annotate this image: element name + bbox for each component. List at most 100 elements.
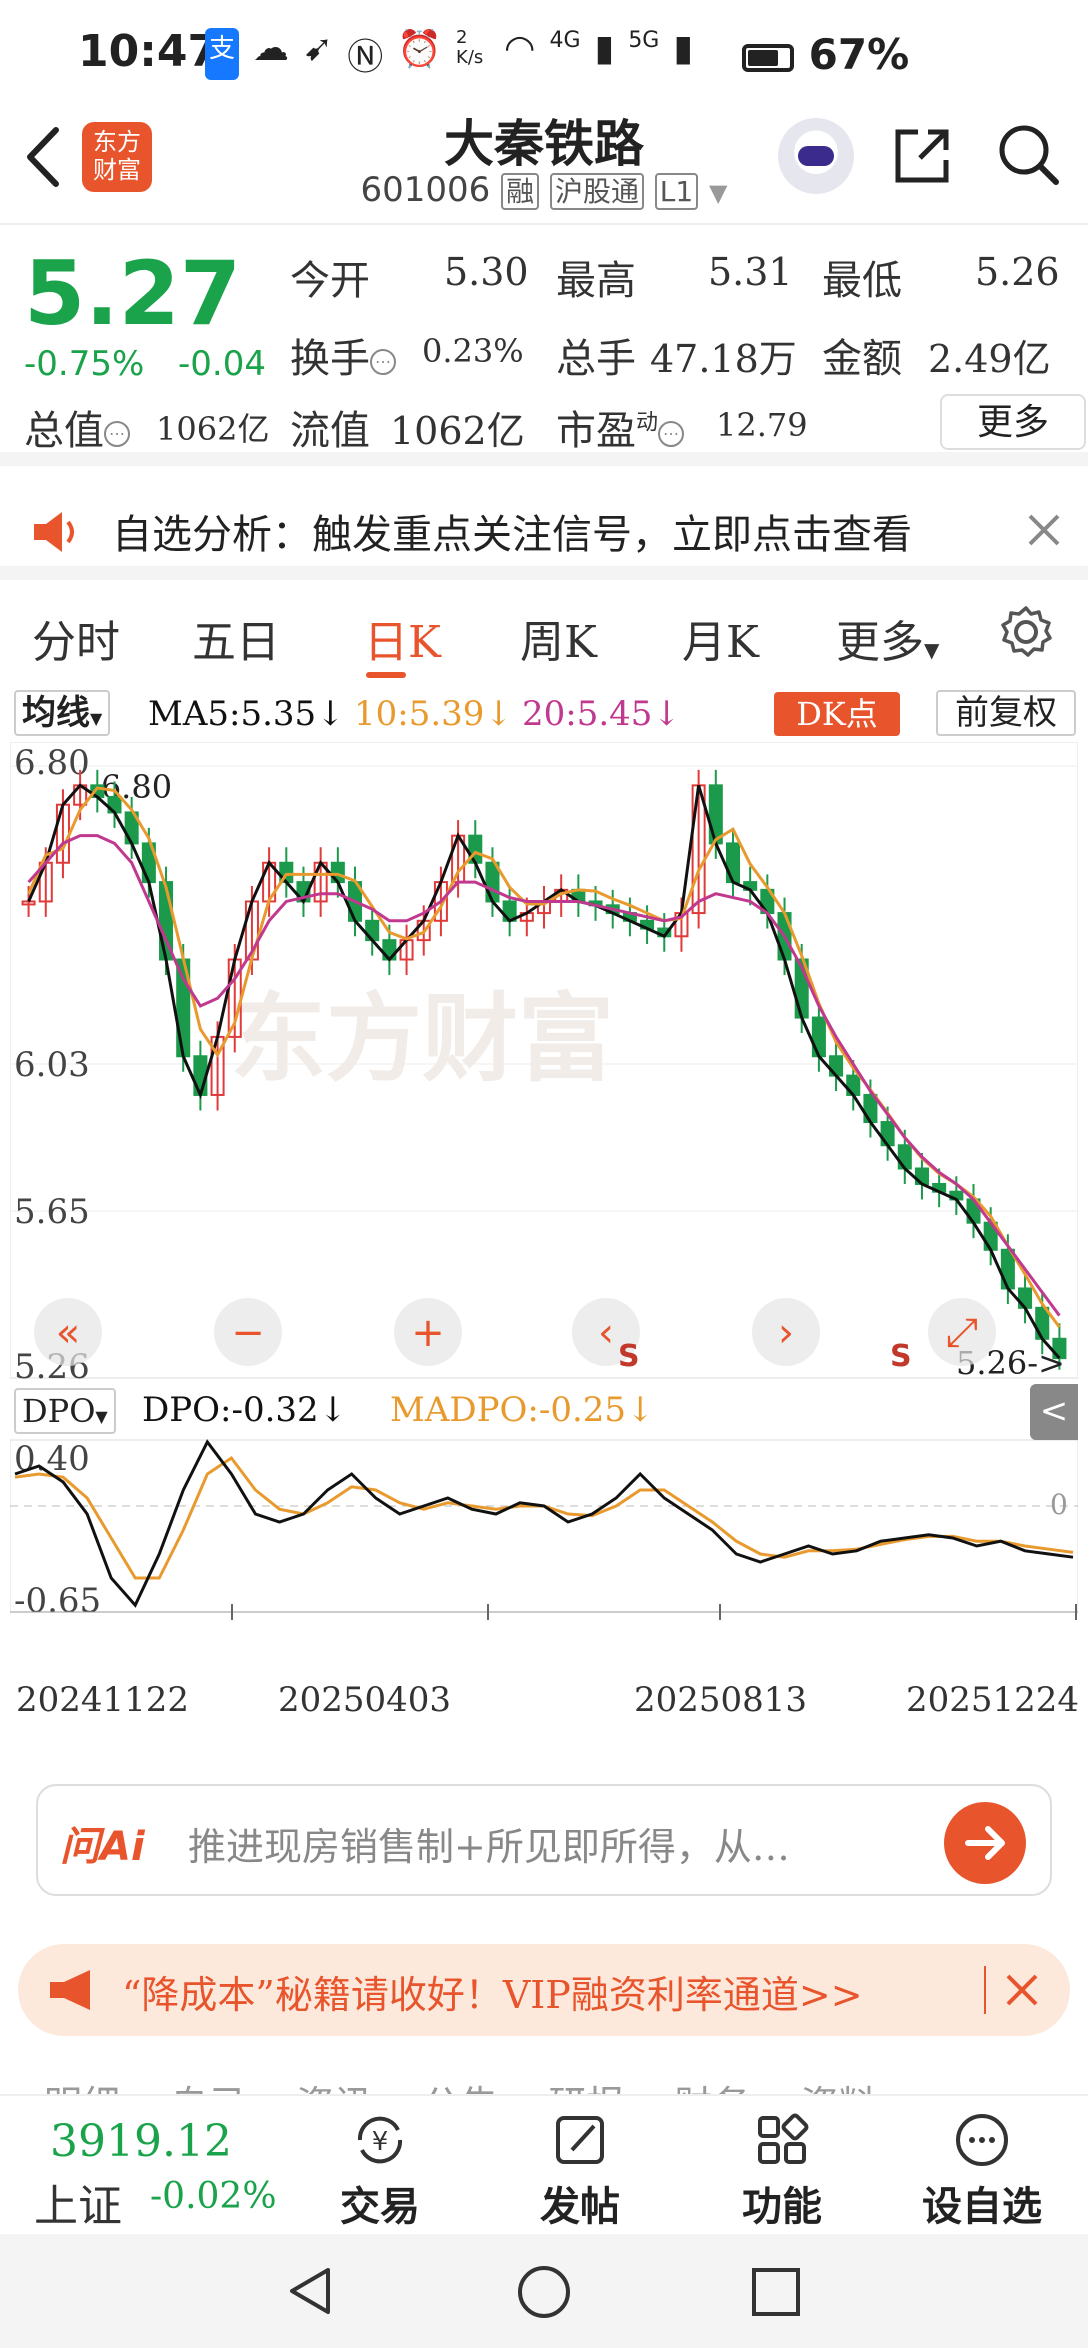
pe-label-text: 市盈 — [556, 408, 636, 454]
change-percent: -0.75% — [24, 344, 145, 384]
turnover-label-text: 换手 — [290, 336, 370, 382]
watermark: 东方财富 — [230, 983, 614, 1095]
index-change: -0.02% — [150, 2176, 277, 2217]
system-recents-icon[interactable] — [750, 2266, 802, 2318]
status-icons: 支 ☁ ➹ Ⓝ ⏰ 2 K/s ◠ 4G ▮ 5G ▮ — [205, 28, 693, 80]
ma-legend-row: 均线▼ MA5:5.35↓ 10:5.39↓ 20:5.45↓ DK点 前复权 — [0, 686, 1088, 742]
pe-sup: 动 — [636, 410, 659, 436]
signal-4g: 4G — [549, 28, 581, 53]
low-value: 5.26 — [975, 250, 1060, 294]
megaphone-icon — [50, 1970, 90, 2010]
mktcap-label-text: 总值 — [24, 408, 104, 454]
speaker-icon — [34, 512, 74, 552]
nfc-icon: Ⓝ — [347, 37, 384, 78]
signal-5g: 5G — [628, 28, 660, 53]
tab-more[interactable]: 更多▼ — [836, 606, 939, 670]
chart-canvas[interactable]: 东方财富6.806.035.655.26-6.805.26->« − + ‹ › ⤢S S0… — [10, 742, 1078, 1782]
info-icon-3[interactable]: ⋯ — [658, 421, 685, 447]
ask-ai-placeholder: 推进现房销售制+所见即所得，从… — [188, 1825, 790, 1869]
stock-code: 601006 — [360, 170, 491, 210]
open-label: 今开 — [290, 258, 370, 304]
volume-label: 总手 — [556, 336, 636, 382]
system-home-icon[interactable] — [516, 2264, 572, 2320]
share-icon[interactable] — [890, 124, 954, 188]
collapse-panel-button[interactable]: < — [1030, 1384, 1078, 1440]
more-button[interactable]: 更多 — [940, 394, 1086, 450]
caret-down-icon[interactable]: ▼ — [709, 179, 727, 207]
index-value[interactable]: 3919.12 — [50, 2116, 232, 2167]
next-signal-button-glyph: › — [778, 1310, 794, 1356]
info-icon-2[interactable]: ⋯ — [104, 421, 130, 447]
notice-bar[interactable]: 自选分析：触发重点关注信号，立即点击查看 — [0, 480, 1088, 580]
high-value: 5.31 — [708, 250, 793, 294]
nav-item-functions[interactable]: 功能 — [732, 2110, 832, 2232]
info-icon[interactable]: ⋯ — [370, 349, 396, 375]
tab-weekly-k[interactable]: 周K — [520, 606, 597, 670]
index-name[interactable]: 上证 — [34, 2170, 122, 2234]
indicator-selector[interactable]: 均线▼ — [14, 690, 111, 736]
mktcap-label: 总值 ⋯ — [24, 398, 130, 456]
pe-label: 市盈动 ⋯ — [556, 398, 685, 456]
more-dots-icon — [956, 2114, 1008, 2166]
system-nav-bar — [0, 2234, 1088, 2348]
dk-point-badge[interactable]: DK点 — [774, 692, 900, 736]
active-tab-indicator — [366, 672, 406, 678]
nav-item-post[interactable]: 发帖 — [530, 2110, 630, 2232]
dpo-line — [14, 1439, 1074, 1608]
ask-ai-bar[interactable]: 问Ai 推进现房销售制+所见即所得，从… — [36, 1784, 1052, 1896]
tab-more-label: 更多 — [836, 617, 924, 668]
amount-label: 金额 — [822, 336, 902, 382]
bird-icon: ➹ — [303, 28, 334, 69]
caret-down-icon-2: ▼ — [924, 638, 940, 662]
indicator-selector-label: 均线 — [22, 693, 90, 733]
promo-divider — [984, 1966, 986, 2014]
arrow-right-icon — [965, 1826, 1005, 1860]
net-speed: 2 K/s — [456, 27, 484, 68]
wechat-icon: ☁ — [253, 28, 290, 69]
turnover-label: 换手 ⋯ — [290, 326, 396, 384]
connect-tag: 沪股通 — [549, 173, 644, 210]
alipay-icon: 支 — [205, 28, 240, 80]
float-label: 流值 — [290, 408, 370, 454]
caret-down-icon-4: ▼ — [95, 1407, 108, 1426]
madpo-value: MADPO:-0.25↓ — [390, 1390, 655, 1430]
dpo-zero-label: 0 — [1050, 1488, 1068, 1521]
ma10-value: 10:5.39↓ — [354, 694, 513, 734]
promo-banner[interactable]: “降成本”秘籍请收好！VIP融资利率通道>> — [18, 1944, 1070, 2036]
candle — [708, 784, 723, 845]
battery: 67% — [742, 30, 909, 79]
alarm-icon: ⏰ — [397, 29, 443, 70]
current-price: 5.27 — [24, 242, 242, 345]
tab-intraday[interactable]: 分时 — [32, 606, 120, 670]
tab-monthly-k[interactable]: 月K — [682, 606, 759, 670]
tab-daily-k[interactable]: 日K — [364, 606, 441, 670]
signal-s-label-2: S — [890, 1339, 912, 1374]
search-icon[interactable] — [996, 122, 1062, 188]
nav-item-add-watchlist[interactable]: 设自选 — [912, 2110, 1052, 2232]
x-label-2: 20250403 — [278, 1680, 452, 1720]
mktcap-value: 1062亿 — [156, 410, 270, 448]
ask-ai-submit-button[interactable] — [944, 1802, 1026, 1884]
tab-five-day[interactable]: 五日 — [192, 606, 280, 670]
ma5-value: MA5:5.35↓ — [148, 694, 345, 734]
zoom-in-button-glyph: + — [411, 1310, 445, 1356]
close-icon[interactable] — [1024, 510, 1064, 550]
close-icon-2[interactable] — [1002, 1970, 1042, 2010]
y-axis-label: 6.80 — [14, 743, 90, 783]
quote-panel: 5.27 -0.75% -0.04 今开 5.30 最高 5.31 最低 5.2… — [0, 226, 1088, 466]
prev-signal-button-glyph: ‹ — [598, 1310, 614, 1356]
bottom-nav: 3919.12 上证 -0.02% ¥ 交易 发帖 功能 设自选 — [0, 2094, 1088, 2234]
nav-item-trade[interactable]: ¥ 交易 — [330, 2110, 430, 2232]
adjust-button[interactable]: 前复权 — [936, 690, 1076, 736]
pe-value: 12.79 — [716, 406, 808, 444]
system-back-icon[interactable] — [284, 2264, 338, 2318]
kline-chart[interactable]: 东方财富 6.80 6.03 5.65 5.26 -6.80 5.26-> «− + ‹ › ⤢ S S 0… — [10, 742, 1078, 1621]
dpo-selector[interactable]: DPO▼ — [14, 1388, 116, 1434]
promo-text: “降成本”秘籍请收好！VIP融资利率通道>> — [122, 1973, 863, 2017]
battery-icon — [742, 43, 794, 72]
gear-icon[interactable] — [998, 604, 1054, 660]
signal-bars-icon: ▮ — [594, 28, 615, 69]
assistant-avatar[interactable] — [778, 118, 854, 194]
grid-icon — [758, 2113, 809, 2164]
x-label-1: 20241122 — [16, 1680, 190, 1720]
